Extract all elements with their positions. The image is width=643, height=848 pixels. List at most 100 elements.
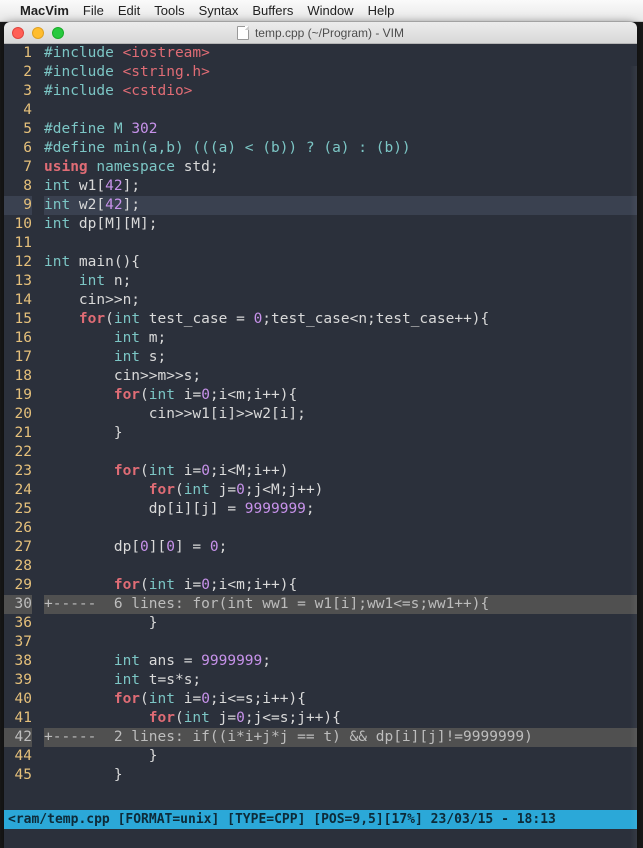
line-number: 7 (4, 158, 32, 177)
line-number: 23 (4, 462, 32, 481)
document-icon (237, 26, 249, 40)
line-number: 15 (4, 310, 32, 329)
line-number: 40 (4, 690, 32, 709)
line-number: 18 (4, 367, 32, 386)
line-number: 37 (4, 633, 32, 652)
code-line[interactable]: int dp[M][M]; (44, 215, 637, 234)
code-line[interactable]: cin>>m>>s; (44, 367, 637, 386)
zoom-icon[interactable] (52, 27, 64, 39)
code-line[interactable]: #define min(a,b) (((a) < (b)) ? (a) : (b… (44, 139, 637, 158)
code-line[interactable]: int main(){ (44, 253, 637, 272)
line-number: 41 (4, 709, 32, 728)
code-line[interactable]: int t=s*s; (44, 671, 637, 690)
code-line[interactable]: dp[0][0] = 0; (44, 538, 637, 557)
code-line[interactable]: int ans = 9999999; (44, 652, 637, 671)
line-number: 38 (4, 652, 32, 671)
line-number: 27 (4, 538, 32, 557)
menubar-item-syntax[interactable]: Syntax (199, 3, 239, 18)
line-number: 20 (4, 405, 32, 424)
line-number: 5 (4, 120, 32, 139)
menubar-item-file[interactable]: File (83, 3, 104, 18)
code-line[interactable]: #include <iostream> (44, 44, 637, 63)
menubar-item-tools[interactable]: Tools (154, 3, 184, 18)
line-number: 3 (4, 82, 32, 101)
code-line[interactable]: int m; (44, 329, 637, 348)
window-title: temp.cpp (~/Program) - VIM (4, 26, 637, 40)
code-line[interactable]: cin>>w1[i]>>w2[i]; (44, 405, 637, 424)
menubar-app-name[interactable]: MacVim (20, 3, 69, 18)
menubar-item-buffers[interactable]: Buffers (252, 3, 293, 18)
code-line[interactable]: int s; (44, 348, 637, 367)
line-number: 8 (4, 177, 32, 196)
status-text: <ram/temp.cpp [FORMAT=unix] [TYPE=CPP] [… (8, 812, 556, 827)
line-number: 39 (4, 671, 32, 690)
code-line[interactable] (44, 557, 637, 576)
code-line[interactable]: } (44, 424, 637, 443)
code-line[interactable]: for(int j=0;j<M;j++) (44, 481, 637, 500)
line-number: 44 (4, 747, 32, 766)
line-number: 26 (4, 519, 32, 538)
code-line[interactable]: #include <string.h> (44, 63, 637, 82)
code-line[interactable] (44, 101, 637, 120)
line-number-gutter: 1234567891011121314151617181920212223242… (4, 44, 38, 785)
line-number: 10 (4, 215, 32, 234)
code-line[interactable]: using namespace std; (44, 158, 637, 177)
code-line[interactable] (44, 519, 637, 538)
mac-menubar: MacVim File Edit Tools Syntax Buffers Wi… (0, 0, 643, 22)
close-icon[interactable] (12, 27, 24, 39)
line-number: 25 (4, 500, 32, 519)
line-number: 17 (4, 348, 32, 367)
code-line[interactable]: for(int i=0;i<=s;i++){ (44, 690, 637, 709)
line-number: 13 (4, 272, 32, 291)
code-line[interactable]: } (44, 747, 637, 766)
code-line[interactable]: int w1[42]; (44, 177, 637, 196)
line-number: 4 (4, 101, 32, 120)
code-area[interactable]: #include <iostream>#include <string.h>#i… (44, 44, 637, 785)
code-line[interactable]: } (44, 766, 637, 785)
code-line[interactable]: int w2[42]; (44, 196, 637, 215)
code-line[interactable]: cin>>n; (44, 291, 637, 310)
menubar-item-edit[interactable]: Edit (118, 3, 140, 18)
code-line[interactable] (44, 234, 637, 253)
line-number: 11 (4, 234, 32, 253)
line-number: 12 (4, 253, 32, 272)
line-number: 29 (4, 576, 32, 595)
line-number: 16 (4, 329, 32, 348)
editor[interactable]: 1234567891011121314151617181920212223242… (4, 44, 637, 812)
line-number: 36 (4, 614, 32, 633)
line-number: 21 (4, 424, 32, 443)
command-line[interactable] (4, 829, 637, 848)
code-line[interactable]: for(int j=0;j<=s;j++){ (44, 709, 637, 728)
line-number: 1 (4, 44, 32, 63)
window-controls (12, 27, 64, 39)
status-line: <ram/temp.cpp [FORMAT=unix] [TYPE=CPP] [… (4, 810, 637, 829)
code-line[interactable]: for(int test_case = 0;test_case<n;test_c… (44, 310, 637, 329)
line-number: 22 (4, 443, 32, 462)
code-line[interactable]: int n; (44, 272, 637, 291)
code-line[interactable]: dp[i][j] = 9999999; (44, 500, 637, 519)
menubar-item-window[interactable]: Window (307, 3, 353, 18)
minimize-icon[interactable] (32, 27, 44, 39)
window-title-text: temp.cpp (~/Program) - VIM (255, 26, 404, 40)
fold-row[interactable]: +----- 2 lines: if((i*i+j*j == t) && dp[… (44, 728, 637, 747)
line-number: 14 (4, 291, 32, 310)
line-number: 45 (4, 766, 32, 785)
code-line[interactable]: for(int i=0;i<m;i++){ (44, 386, 637, 405)
app-window: temp.cpp (~/Program) - VIM 1234567891011… (4, 22, 637, 848)
code-line[interactable] (44, 443, 637, 462)
code-line[interactable]: for(int i=0;i<M;i++) (44, 462, 637, 481)
line-number: 2 (4, 63, 32, 82)
line-number: 19 (4, 386, 32, 405)
line-number: 28 (4, 557, 32, 576)
code-line[interactable]: #define M 302 (44, 120, 637, 139)
right-edge (630, 66, 637, 848)
menubar-item-help[interactable]: Help (368, 3, 395, 18)
code-line[interactable]: for(int i=0;i<m;i++){ (44, 576, 637, 595)
fold-row[interactable]: +----- 6 lines: for(int ww1 = w1[i];ww1<… (44, 595, 637, 614)
titlebar[interactable]: temp.cpp (~/Program) - VIM (4, 22, 637, 44)
code-line[interactable]: #include <cstdio> (44, 82, 637, 101)
code-line[interactable] (44, 633, 637, 652)
line-number: 30 (4, 595, 32, 614)
line-number: 24 (4, 481, 32, 500)
code-line[interactable]: } (44, 614, 637, 633)
